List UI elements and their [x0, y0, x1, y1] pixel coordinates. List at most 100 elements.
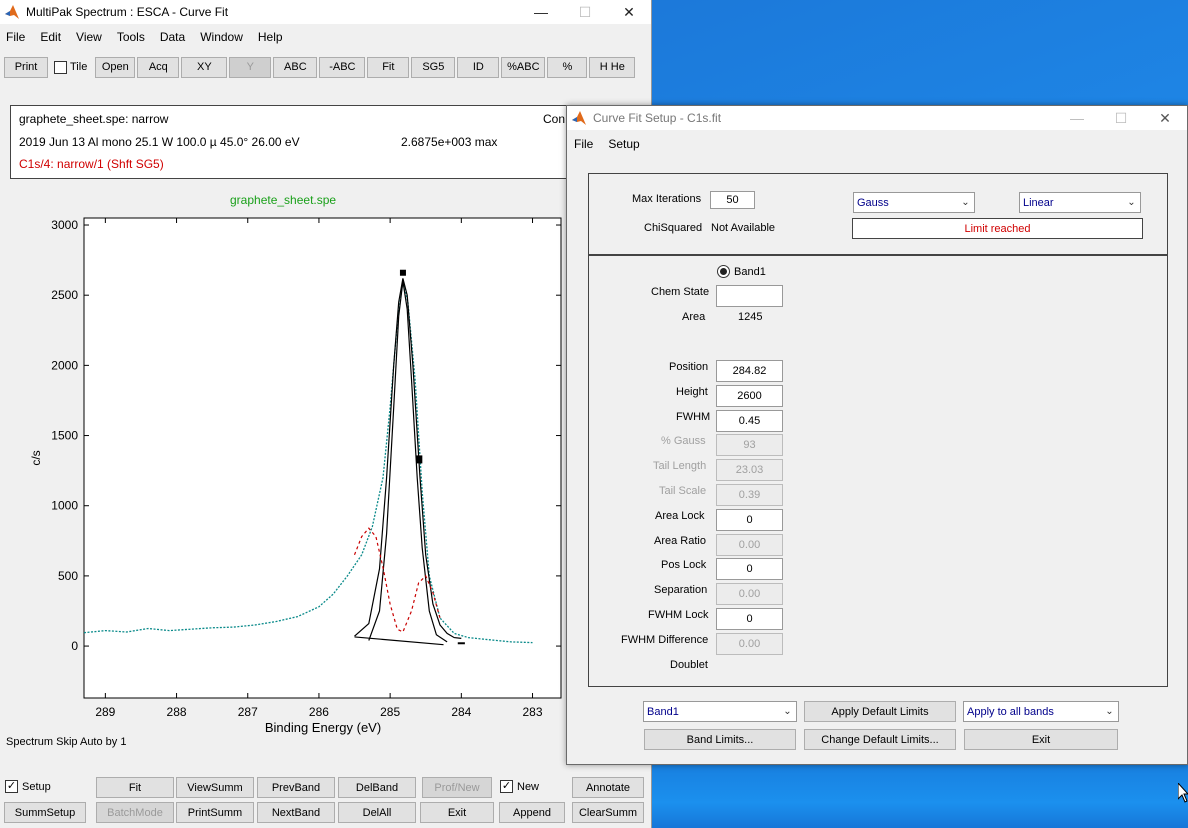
new-checkbox-wrap[interactable]: ✓ New — [500, 780, 539, 793]
exit-main-button[interactable]: Exit — [420, 802, 494, 823]
viewsumm-button[interactable]: ViewSumm — [176, 777, 254, 798]
printsumm-button[interactable]: PrintSumm — [176, 802, 254, 823]
fwhm-difference-label: FWHM Difference — [621, 634, 709, 646]
fwhm-lock-input[interactable]: 0 — [716, 608, 783, 630]
y-axis-label: c/s — [29, 450, 43, 465]
background-value: Linear — [1023, 196, 1054, 209]
menu-view[interactable]: View — [70, 30, 111, 44]
xy-button[interactable]: XY — [181, 56, 228, 78]
area-label: Area — [682, 311, 706, 323]
summsetup-button[interactable]: SummSetup — [4, 802, 86, 823]
y-tick-label: 0 — [71, 639, 78, 653]
delall-button[interactable]: DelAll — [338, 802, 416, 823]
setup-checkbox[interactable]: ✓ — [5, 780, 18, 793]
minus-abc-button[interactable]: -ABC — [319, 56, 366, 78]
max-iterations-label: Max Iterations — [632, 193, 702, 205]
fwhm-difference-input[interactable]: 0.00 — [716, 633, 783, 655]
menu-window[interactable]: Window — [194, 30, 252, 44]
limit-message-box: Limit reached — [852, 218, 1143, 239]
spectrum-chart[interactable]: 289 288 287 286 285 284 283 0 500 1000 1500 2000 250… — [0, 210, 600, 736]
fwhm-input[interactable]: 0.45 — [716, 410, 783, 432]
sg5-button[interactable]: SG5 — [411, 56, 456, 78]
dialog-maximize-button[interactable]: ☐ — [1099, 106, 1143, 130]
tile-checkbox-wrap[interactable]: Tile — [50, 57, 93, 78]
id-button[interactable]: ID — [457, 56, 500, 78]
nextband-button[interactable]: NextBand — [257, 802, 335, 823]
delband-button[interactable]: DelBand — [338, 777, 416, 798]
change-default-limits-button[interactable]: Change Default Limits... — [804, 729, 956, 750]
dialog-close-button[interactable]: ✕ — [1143, 106, 1187, 130]
background-select[interactable]: Linear ⌄ — [1019, 192, 1141, 213]
pct-button[interactable]: % — [547, 56, 588, 78]
menu-file[interactable]: File — [0, 30, 34, 44]
dialog-menu-setup[interactable]: Setup — [602, 137, 648, 151]
max-iterations-input[interactable]: 50 — [710, 191, 755, 209]
peak-shape-select[interactable]: Gauss ⌄ — [853, 192, 975, 213]
chevron-down-icon: ⌄ — [1105, 706, 1114, 717]
chisquared-value: Not Available — [711, 222, 776, 234]
dialog-menu-file[interactable]: File — [567, 137, 602, 151]
area-lock-input[interactable]: 0 — [716, 509, 783, 531]
menu-help[interactable]: Help — [252, 30, 292, 44]
band-select[interactable]: Band1 ⌄ — [643, 701, 797, 722]
setup-checkbox-wrap[interactable]: ✓ Setup — [5, 780, 51, 793]
maximize-button[interactable]: ☐ — [563, 0, 607, 24]
height-input[interactable]: 2600 — [716, 385, 783, 407]
clearsumm-button[interactable]: ClearSumm — [572, 802, 644, 823]
close-button[interactable]: ✕ — [607, 0, 651, 24]
prevband-button[interactable]: PrevBand — [257, 777, 335, 798]
chem-state-label: Chem State — [651, 286, 710, 298]
h-he-button[interactable]: H He — [589, 56, 636, 78]
tail-scale-input[interactable]: 0.39 — [716, 484, 783, 506]
minimize-button[interactable]: — — [519, 0, 563, 24]
band1-radio[interactable] — [717, 265, 730, 278]
menu-data[interactable]: Data — [154, 30, 194, 44]
print-button[interactable]: Print — [4, 56, 48, 78]
tail-length-input[interactable]: 23.03 — [716, 459, 783, 481]
fwhm-lock-label: FWHM Lock — [648, 609, 709, 621]
apply-default-limits-button[interactable]: Apply Default Limits — [804, 701, 956, 722]
apply-scope-select[interactable]: Apply to all bands ⌄ — [963, 701, 1119, 722]
mouse-cursor-icon — [1178, 783, 1188, 803]
append-button[interactable]: Append — [499, 802, 565, 823]
band1-radio-label: Band1 — [734, 265, 766, 278]
chem-state-input[interactable] — [716, 285, 783, 307]
area-ratio-input[interactable]: 0.00 — [716, 534, 783, 556]
tile-checkbox[interactable] — [54, 60, 67, 74]
x-tick-label: 285 — [380, 705, 400, 719]
info-filename: graphete_sheet.spe: narrow — [19, 112, 169, 126]
pct-abc-button[interactable]: %ABC — [501, 56, 546, 78]
band1-radio-wrap[interactable]: Band1 — [717, 265, 766, 278]
new-checkbox[interactable]: ✓ — [500, 780, 513, 793]
acq-button[interactable]: Acq — [137, 56, 180, 78]
pos-lock-label: Pos Lock — [661, 559, 707, 571]
fit-button[interactable]: Fit — [96, 777, 174, 798]
chevron-down-icon: ⌄ — [961, 197, 970, 208]
y-tick-label: 500 — [58, 569, 78, 583]
main-titlebar: MultiPak Spectrum : ESCA - Curve Fit — ☐… — [0, 0, 651, 24]
batchmode-button[interactable]: BatchMode — [96, 802, 174, 823]
pos-lock-input[interactable]: 0 — [716, 558, 783, 580]
gauss-input[interactable]: 93 — [716, 434, 783, 456]
bottom-button-bar: ✓ Setup Fit ViewSumm PrevBand DelBand Pr… — [0, 775, 652, 828]
band-select-value: Band1 — [647, 705, 679, 718]
fwhm-label: FWHM — [676, 411, 711, 423]
dialog-exit-button[interactable]: Exit — [964, 729, 1118, 750]
area-lock-label: Area Lock — [655, 510, 705, 522]
chisquared-label: ChiSquared — [644, 222, 703, 234]
annotate-button[interactable]: Annotate — [572, 777, 644, 798]
dialog-minimize-button[interactable]: — — [1055, 106, 1099, 130]
y-button[interactable]: Y — [229, 56, 272, 78]
band-limits-button[interactable]: Band Limits... — [644, 729, 796, 750]
abc-button[interactable]: ABC — [273, 56, 318, 78]
menu-tools[interactable]: Tools — [111, 30, 154, 44]
dialog-menubar: File Setup — [567, 133, 649, 155]
prof-new-button[interactable]: Prof/New — [422, 777, 492, 798]
separation-input[interactable]: 0.00 — [716, 583, 783, 605]
tail-scale-label: Tail Scale — [659, 485, 707, 497]
chart-title: graphete_sheet.spe — [230, 193, 337, 207]
position-input[interactable]: 284.82 — [716, 360, 783, 382]
fit-toolbar-button[interactable]: Fit — [367, 56, 410, 78]
open-button[interactable]: Open — [95, 56, 136, 78]
menu-edit[interactable]: Edit — [34, 30, 70, 44]
